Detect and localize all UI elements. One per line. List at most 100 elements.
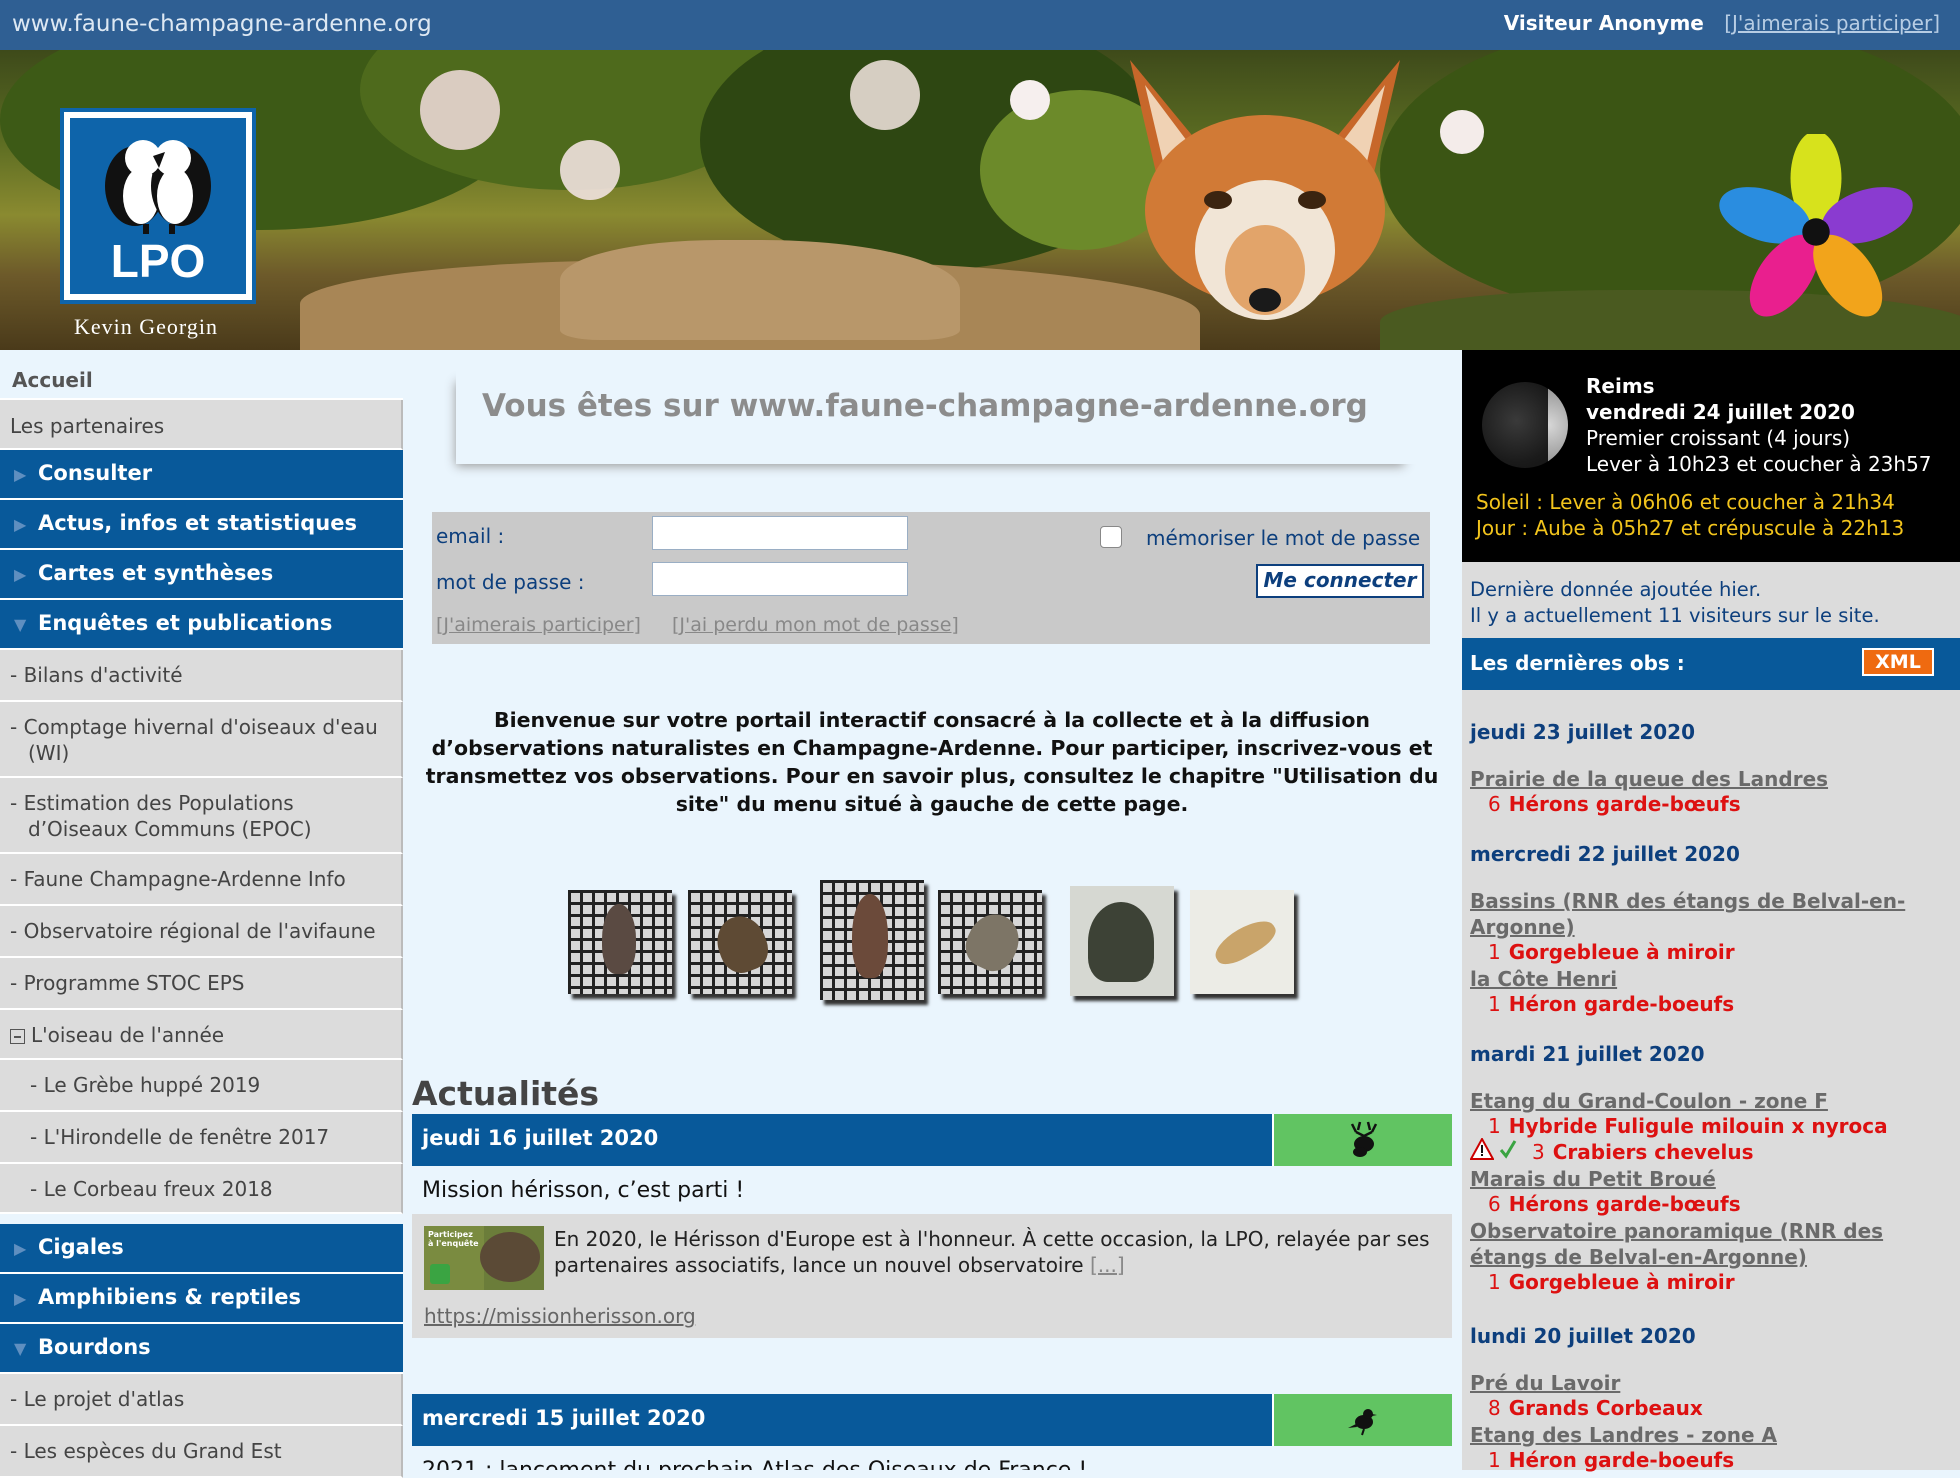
- faune-flower-logo[interactable]: [1718, 134, 1914, 330]
- obs-species: Hybride Fuligule milouin x nyroca: [1508, 1114, 1888, 1138]
- nav-section-bumblebees[interactable]: ▼ Bourdons: [0, 1324, 403, 1374]
- nav-section-amphibians[interactable]: ▶ Amphibiens & reptiles: [0, 1274, 403, 1324]
- moth-photo-2[interactable]: [688, 890, 792, 994]
- nav-item-activity-reports[interactable]: - Bilans d'activité: [0, 650, 403, 702]
- site-url[interactable]: www.faune-champagne-ardenne.org: [12, 11, 432, 37]
- nav-item-grand-est-species[interactable]: - Les espèces du Grand Est: [0, 1426, 403, 1478]
- news-title[interactable]: 2021 : lancement du prochain Atlas des O…: [422, 1458, 1087, 1470]
- xml-feed-button[interactable]: XML: [1862, 648, 1934, 676]
- obs-place-link[interactable]: Bassins (RNR des étangs de Belval-en-Arg…: [1470, 888, 1940, 940]
- collapse-minus-icon[interactable]: [10, 1029, 25, 1044]
- news-title-row[interactable]: Mission hérisson, c’est parti !: [412, 1166, 1452, 1214]
- news-excerpt: En 2020, le Hérisson d'Europe est à l'ho…: [554, 1226, 1434, 1278]
- obs-place-link[interactable]: la Côte Henri: [1470, 966, 1940, 992]
- news-external-link[interactable]: https://missionherisson.org: [424, 1304, 696, 1328]
- collapsed-arrow-icon: ▶: [14, 1239, 27, 1258]
- obs-species: Gorgebleue à miroir: [1508, 1270, 1735, 1294]
- header-banner: LPO Kevin Georgin: [0, 50, 1960, 350]
- news-thumbnail[interactable]: Participez à l'enquête: [424, 1226, 544, 1290]
- warning-icon: [1469, 1136, 1495, 1160]
- obs-count: 1: [1488, 940, 1501, 964]
- latest-obs-header: Les dernières obs : XML: [1462, 638, 1960, 690]
- obs-place-link[interactable]: Observatoire panoramique (RNR des étangs…: [1470, 1218, 1940, 1270]
- join-link[interactable]: [J'aimerais participer]: [436, 614, 641, 636]
- lpo-logo[interactable]: LPO: [60, 108, 256, 304]
- forgot-password-link[interactable]: [J'ai perdu mon mot de passe]: [672, 614, 959, 636]
- obs-entry[interactable]: 6 Hérons garde-bœufs: [1488, 1192, 1741, 1216]
- news-category[interactable]: [1272, 1394, 1452, 1446]
- nav-item-atlas-project[interactable]: - Le projet d'atlas: [0, 1374, 403, 1426]
- obs-place-link[interactable]: Pré du Lavoir: [1470, 1370, 1940, 1396]
- nav-item-wi-count[interactable]: - Comptage hivernal d'oiseaux d'eau (WI): [0, 702, 403, 778]
- email-label: email :: [436, 524, 505, 548]
- obs-species: Héron garde-boeufs: [1508, 992, 1735, 1016]
- obs-species: Grands Corbeaux: [1508, 1396, 1703, 1420]
- news-category[interactable]: [1272, 1114, 1452, 1166]
- moon-rise-set: Lever à 10h23 et coucher à 23h57: [1586, 452, 1932, 476]
- photo-credit: Kevin Georgin: [74, 314, 218, 339]
- visitor-status: Visiteur Anonyme: [1503, 11, 1704, 35]
- nav-item-stoc-eps[interactable]: - Programme STOC EPS: [0, 958, 403, 1010]
- obs-count: 8: [1488, 1396, 1501, 1420]
- remember-password-label: mémoriser le mot de passe: [1146, 526, 1421, 550]
- nav-item-rook-2018[interactable]: - Le Corbeau freux 2018: [0, 1164, 403, 1214]
- moth-photo-4[interactable]: [938, 890, 1042, 994]
- nav-item-swallow-2017[interactable]: - L'Hirondelle de fenêtre 2017: [0, 1112, 403, 1164]
- password-label: mot de passe :: [436, 570, 585, 594]
- obs-count: 1: [1488, 1448, 1501, 1472]
- collapsed-arrow-icon: ▶: [14, 515, 27, 534]
- obs-entry[interactable]: 1 Hybride Fuligule milouin x nyroca: [1488, 1114, 1888, 1138]
- top-bar: www.faune-champagne-ardenne.org Visiteur…: [0, 0, 1960, 50]
- nav-section-cicadas[interactable]: ▶ Cigales: [0, 1224, 403, 1274]
- remember-password-checkbox[interactable]: [1100, 526, 1122, 548]
- obs-entry[interactable]: 1 Gorgebleue à miroir: [1488, 940, 1735, 964]
- moon-ephemeris: Reims vendredi 24 juillet 2020 Premier c…: [1462, 350, 1960, 562]
- moth-photo-5[interactable]: [1070, 886, 1174, 996]
- nav-section-news[interactable]: ▶ Actus, infos et statistiques: [0, 500, 403, 550]
- obs-entry[interactable]: 1 Héron garde-boeufs: [1488, 1448, 1734, 1472]
- page-title-box: Vous êtes sur www.faune-champagne-ardenn…: [456, 368, 1416, 464]
- obs-date: mardi 21 juillet 2020: [1470, 1042, 1705, 1066]
- moth-photo-1[interactable]: [568, 890, 672, 994]
- visitors-text: Il y a actuellement 11 visiteurs sur le …: [1470, 604, 1880, 627]
- obs-date: lundi 20 juillet 2020: [1470, 1324, 1696, 1348]
- obs-entry[interactable]: 8 Grands Corbeaux: [1488, 1396, 1703, 1420]
- nav-partners[interactable]: Les partenaires: [0, 400, 403, 450]
- password-field[interactable]: [652, 562, 908, 596]
- news-thumb-text: Participez à l'enquête: [428, 1230, 479, 1248]
- nav-item-epoc[interactable]: - Estimation des Populations d’Oiseaux C…: [0, 778, 403, 854]
- nav-section-surveys[interactable]: ▼ Enquêtes et publications: [0, 600, 403, 650]
- nav-home[interactable]: Accueil: [0, 350, 403, 400]
- email-field[interactable]: [652, 516, 908, 550]
- nav-item-faune-info[interactable]: - Faune Champagne-Ardenne Info: [0, 854, 403, 906]
- obs-place-link[interactable]: Etang du Grand-Coulon - zone F: [1470, 1088, 1940, 1114]
- left-navigation: Accueil Les partenaires ▶ Consulter ▶ Actu…: [0, 350, 404, 1478]
- moth-photo-3[interactable]: [820, 880, 924, 1000]
- join-link-top[interactable]: [J'aimerais participer]: [1724, 11, 1940, 35]
- nav-section-maps[interactable]: ▶ Cartes et synthèses: [0, 550, 403, 600]
- sun-times: Soleil : Lever à 06h06 et coucher à 21h3…: [1476, 490, 1895, 514]
- obs-entry[interactable]: 3 Crabiers chevelus: [1532, 1140, 1754, 1164]
- news-title[interactable]: Mission hérisson, c’est parti !: [422, 1178, 744, 1203]
- nav-item-grebe-2019[interactable]: - Le Grèbe huppé 2019: [0, 1060, 403, 1112]
- obs-place-link[interactable]: Prairie de la queue des Landres: [1470, 766, 1940, 792]
- obs-entry[interactable]: 1 Héron garde-boeufs: [1488, 992, 1734, 1016]
- news-title-row[interactable]: 2021 : lancement du prochain Atlas des O…: [412, 1446, 1452, 1470]
- nav-section-consult[interactable]: ▶ Consulter: [0, 450, 403, 500]
- news-heading: Actualités: [412, 1074, 600, 1113]
- nav-section-label: Enquêtes et publications: [38, 611, 333, 635]
- obs-date: jeudi 23 juillet 2020: [1470, 720, 1695, 744]
- moon-phase: Premier croissant (4 jours): [1586, 426, 1851, 450]
- obs-entry[interactable]: 1 Gorgebleue à miroir: [1488, 1270, 1735, 1294]
- nav-item-bird-of-year[interactable]: L'oiseau de l'année: [0, 1010, 403, 1060]
- obs-place-link[interactable]: Marais du Petit Broué: [1470, 1166, 1940, 1192]
- read-more-link[interactable]: [...]: [1090, 1253, 1125, 1277]
- obs-place-link[interactable]: Etang des Landres - zone A: [1470, 1422, 1940, 1448]
- nav-item-observatory[interactable]: - Observatoire régional de l'avifaune: [0, 906, 403, 958]
- moth-photo-6[interactable]: [1190, 890, 1294, 994]
- login-button[interactable]: Me connecter: [1256, 564, 1424, 598]
- obs-count: 1: [1488, 992, 1501, 1016]
- obs-entry[interactable]: 6 Hérons garde-bœufs: [1488, 792, 1741, 816]
- obs-species: Héron garde-boeufs: [1508, 1448, 1735, 1472]
- check-icon: [1499, 1140, 1517, 1159]
